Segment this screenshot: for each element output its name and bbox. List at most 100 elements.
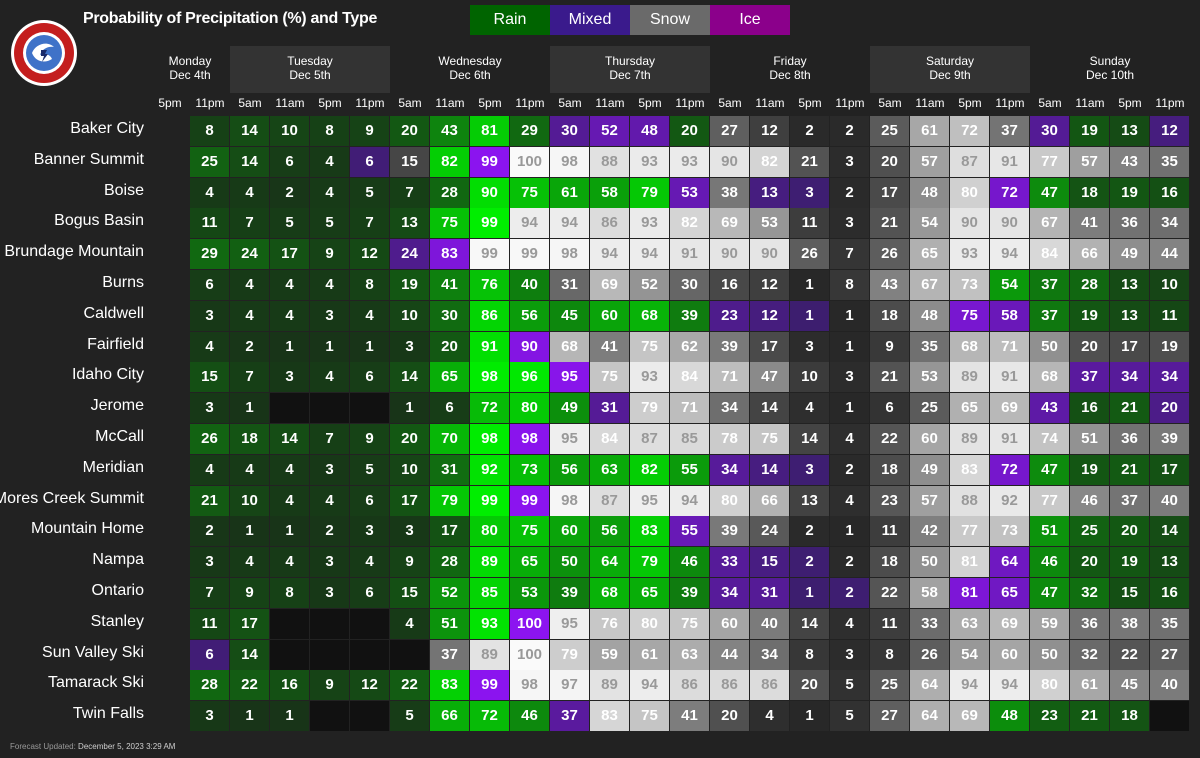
heatmap-cell: 4: [390, 608, 429, 639]
heatmap-cell: 94: [670, 485, 709, 516]
time-label: 5am: [718, 96, 742, 110]
location-label: Mountain Home: [31, 520, 144, 538]
heatmap-cell: 48: [910, 300, 949, 331]
heatmap-cell: 59: [1030, 608, 1069, 639]
location-label: Burns: [102, 274, 144, 291]
heatmap-cell: 60: [550, 516, 589, 547]
heatmap-cell: 73: [990, 516, 1029, 547]
heatmap-cell: 3: [310, 547, 349, 578]
heatmap-cell: 53: [670, 177, 709, 208]
heatmap-cell: 95: [550, 362, 589, 393]
heatmap-cell: 66: [750, 485, 789, 516]
heatmap-cell: 19: [1070, 454, 1109, 485]
heatmap-cell: 75: [750, 424, 789, 454]
heatmap-cell: 19: [1070, 300, 1109, 331]
heatmap-cell: 91: [990, 362, 1029, 393]
time-label: 5am: [878, 96, 902, 110]
heatmap-cell: 15: [390, 146, 429, 177]
heatmap-cell: 81: [950, 547, 989, 578]
heatmap-cell: 9: [310, 670, 349, 701]
heatmap-cell: 1: [270, 701, 309, 732]
heatmap-cell: 5: [270, 208, 309, 239]
heatmap-cell: 25: [870, 670, 909, 701]
heatmap-cell: 4: [230, 454, 269, 485]
heatmap-cell: 4: [310, 362, 349, 393]
heatmap-cell: 99: [470, 485, 509, 516]
day-date: Dec 10th: [1085, 68, 1135, 82]
heatmap-cell: 43: [1030, 393, 1069, 424]
heatmap-cell: 39: [670, 300, 709, 331]
heatmap-cell: 4: [350, 300, 389, 331]
heatmap-cell: 23: [1030, 701, 1069, 732]
heatmap-cell: 3: [270, 362, 309, 393]
heatmap-cell: 66: [1070, 239, 1109, 270]
location-label: Banner Summit: [33, 150, 144, 168]
heatmap-cell: 3: [190, 701, 229, 732]
location-label: Stanley: [90, 612, 144, 630]
heatmap-cell: 12: [350, 239, 389, 270]
heatmap-cell: [350, 393, 389, 424]
day-date: Dec 7th: [609, 68, 651, 82]
heatmap-cell: 7: [230, 362, 269, 393]
heatmap-cell: 14: [270, 424, 309, 454]
location-label: Meridian: [82, 458, 144, 476]
heatmap-cell: 1: [790, 300, 829, 331]
day-date: Dec 4th: [169, 68, 211, 82]
heatmap-cell: 91: [990, 424, 1029, 454]
heatmap-cell: 98: [550, 239, 589, 270]
heatmap-cell: 3: [830, 208, 869, 239]
heatmap-cell: 4: [270, 485, 309, 516]
heatmap-cell: 100: [510, 608, 549, 639]
heatmap-cell: 33: [910, 608, 949, 639]
heatmap-cell: 68: [1030, 362, 1069, 393]
heatmap-cell: 47: [1030, 454, 1069, 485]
heatmap-cell: 2: [790, 116, 829, 146]
heatmap-cell: 98: [510, 424, 549, 454]
heatmap-cell: 35: [1150, 608, 1189, 639]
heatmap-cell: 31: [430, 454, 469, 485]
heatmap-cell: 90: [510, 331, 549, 362]
heatmap-cell: 59: [590, 639, 629, 670]
time-label: 11am: [755, 96, 785, 110]
heatmap-cell: 2: [790, 516, 829, 547]
heatmap-cell: 89: [950, 362, 989, 393]
heatmap-cell: 80: [630, 608, 669, 639]
heatmap-cell: 37: [550, 701, 589, 732]
heatmap-cell: 6: [870, 393, 909, 424]
heatmap-cell: 72: [990, 177, 1029, 208]
heatmap-cell: 37: [990, 116, 1029, 146]
heatmap-cell: 18: [870, 454, 909, 485]
heatmap-cell: 98: [470, 362, 509, 393]
heatmap-cell: 77: [1030, 146, 1069, 177]
heatmap-cell: 20: [1150, 393, 1189, 424]
time-label: 11pm: [195, 96, 225, 110]
heatmap-cell: 9: [230, 578, 269, 608]
location-label: Fairfield: [87, 335, 144, 353]
heatmap-cell: 45: [550, 300, 589, 331]
heatmap-cell: 93: [630, 362, 669, 393]
time-label: 11am: [595, 96, 625, 110]
heatmap-cell: 75: [510, 516, 549, 547]
heatmap-cell: 4: [830, 485, 869, 516]
heatmap-cell: 49: [550, 393, 589, 424]
heatmap-cell: 19: [1070, 116, 1109, 146]
heatmap-cell: 39: [670, 578, 709, 608]
heatmap-cell: 78: [710, 424, 749, 454]
heatmap-cell: 11: [790, 208, 829, 239]
heatmap-cell: 22: [870, 424, 909, 454]
heatmap-cell: 69: [590, 270, 629, 300]
heatmap-cell: 80: [470, 516, 509, 547]
heatmap-cell: 33: [710, 547, 749, 578]
location-label: Tamarack Ski: [47, 674, 144, 692]
heatmap-cell: 75: [630, 331, 669, 362]
heatmap-cell: 93: [630, 208, 669, 239]
heatmap-cell: 51: [1030, 516, 1069, 547]
heatmap-cell: 52: [430, 578, 469, 608]
heatmap-cell: 6: [350, 362, 389, 393]
heatmap-cell: 3: [190, 300, 229, 331]
heatmap-cell: 94: [950, 670, 989, 701]
forecast-updated: Forecast Updated: December 5, 2023 3:29 …: [10, 742, 175, 751]
day-header-wednesday: Wednesday Dec 6th: [390, 46, 550, 93]
heatmap-cell: 3: [790, 454, 829, 485]
heatmap-cell: 98: [510, 670, 549, 701]
